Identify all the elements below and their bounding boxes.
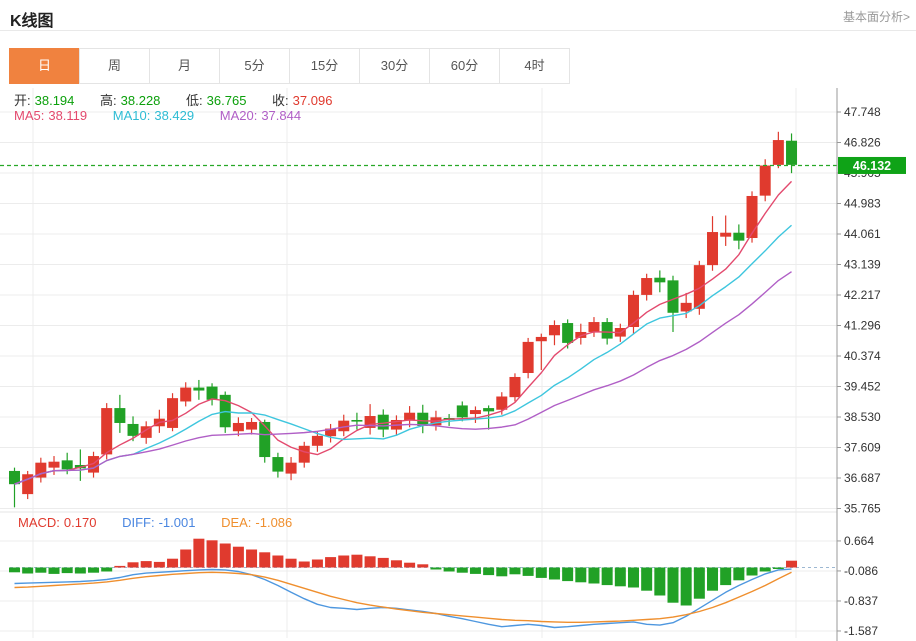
ma5-label: MA5: xyxy=(14,108,44,123)
svg-text:47.748: 47.748 xyxy=(844,105,881,119)
ma20-value: 37.844 xyxy=(261,108,301,123)
svg-text:35.765: 35.765 xyxy=(844,502,881,516)
macd-histogram xyxy=(9,539,797,606)
svg-text:-0.837: -0.837 xyxy=(844,594,878,608)
svg-text:-0.086: -0.086 xyxy=(844,564,878,578)
svg-text:-1.587: -1.587 xyxy=(844,624,878,638)
low-label: 低: xyxy=(186,93,203,108)
gridlines: 47.74846.82645.90544.98344.06143.13942.2… xyxy=(0,88,881,638)
svg-text:42.217: 42.217 xyxy=(844,288,881,302)
svg-text:44.061: 44.061 xyxy=(844,227,881,241)
low-value: 36.765 xyxy=(207,93,247,108)
svg-text:37.609: 37.609 xyxy=(844,440,881,454)
ma-readout: MA5: 38.119 MA10:38.429 MA20:37.844 xyxy=(14,108,305,123)
svg-text:46.826: 46.826 xyxy=(844,136,881,150)
open-value: 38.194 xyxy=(35,93,75,108)
ma20-label: MA20: xyxy=(220,108,258,123)
svg-text:43.139: 43.139 xyxy=(844,258,881,272)
close-value: 37.096 xyxy=(293,93,333,108)
ohlc-readout: 开: 38.194 高: 38.228 低: 36.765 收: 37.096 xyxy=(14,90,336,109)
diff-value: -1.001 xyxy=(159,515,196,530)
ma10-value: 38.429 xyxy=(154,108,194,123)
dea-label: DEA: xyxy=(221,515,251,530)
high-label: 高: xyxy=(100,93,117,108)
svg-text:39.452: 39.452 xyxy=(844,380,881,394)
ma10-label: MA10: xyxy=(113,108,151,123)
ma-lines xyxy=(15,181,792,484)
macd-value: 0.170 xyxy=(64,515,97,530)
dea-value: -1.086 xyxy=(255,515,292,530)
svg-text:41.296: 41.296 xyxy=(844,318,881,332)
macd-label: MACD: xyxy=(18,515,60,530)
ma5-value: 38.119 xyxy=(48,108,87,123)
svg-text:36.687: 36.687 xyxy=(844,471,881,485)
svg-text:44.983: 44.983 xyxy=(844,196,881,210)
svg-text:40.374: 40.374 xyxy=(844,349,881,363)
kline-page: K线图 基本面分析> 日 周 月 5分 15分 30分 60分 4时 47.74… xyxy=(0,0,916,641)
candles xyxy=(9,132,797,508)
diff-label: DIFF: xyxy=(122,515,155,530)
open-label: 开: xyxy=(14,93,31,108)
svg-text:0.664: 0.664 xyxy=(844,534,874,548)
svg-text:38.530: 38.530 xyxy=(844,410,881,424)
close-label: 收: xyxy=(272,93,289,108)
svg-text:46.132: 46.132 xyxy=(853,159,891,173)
macd-readout: MACD: 0.170 DIFF: -1.001 DEA: -1.086 xyxy=(18,515,296,530)
high-value: 38.228 xyxy=(121,93,161,108)
